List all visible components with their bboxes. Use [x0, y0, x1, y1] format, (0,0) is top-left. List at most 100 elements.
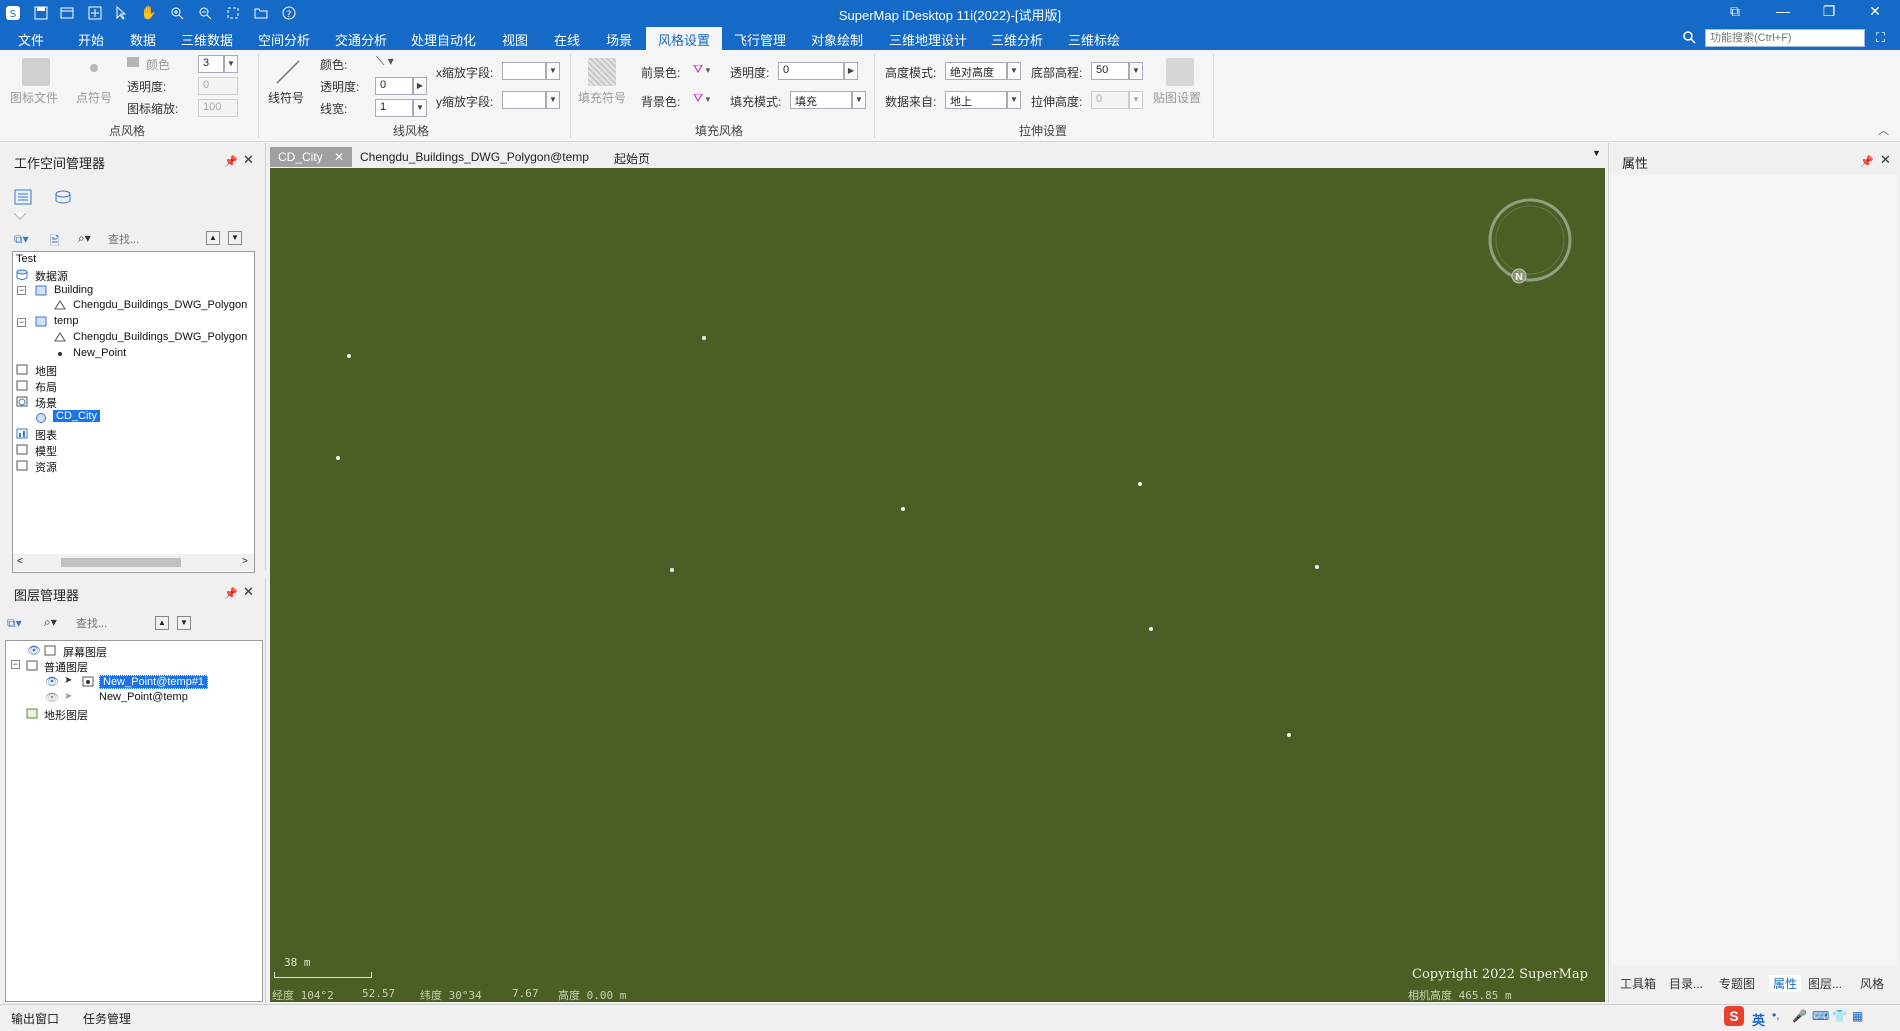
fill-symbol-icon[interactable]: [588, 58, 616, 86]
tab-task-manager[interactable]: 任务管理: [83, 1010, 131, 1027]
menu-view[interactable]: 视图: [502, 30, 528, 49]
find-icon[interactable]: ⌕▾: [78, 231, 91, 246]
menu-3d-annotation[interactable]: 三维标绘: [1068, 30, 1120, 49]
menu-scene[interactable]: 场景: [606, 30, 632, 49]
tab-list-dropdown-icon[interactable]: ▼: [1592, 148, 1601, 158]
tab-output-window[interactable]: 输出窗口: [11, 1010, 59, 1027]
tab-start-page[interactable]: 起始页: [606, 147, 658, 167]
function-search-input[interactable]: [1705, 29, 1865, 47]
ime-skin-icon[interactable]: 👕: [1832, 1009, 1847, 1023]
tab-toolbox[interactable]: 工具箱: [1620, 975, 1656, 992]
tab-thematic[interactable]: 专题图: [1719, 975, 1755, 992]
line-symbol-icon[interactable]: [274, 58, 302, 86]
layer-normal-layers[interactable]: 普通图层: [44, 659, 88, 675]
bottom-altitude-input[interactable]: 50: [1091, 62, 1129, 80]
find-next-button[interactable]: ▼: [177, 616, 191, 630]
tree-layouts[interactable]: 布局: [35, 379, 57, 395]
menu-object-draw[interactable]: 对象绘制: [811, 30, 863, 49]
visibility-eye-icon[interactable]: 👁: [27, 644, 41, 657]
ime-keyboard-icon[interactable]: ⌨: [1812, 1009, 1829, 1023]
fill-symbol-button[interactable]: 填充符号: [578, 89, 626, 106]
height-mode-dropdown[interactable]: ▼: [1007, 62, 1021, 80]
menu-traffic-analysis[interactable]: 交通分析: [335, 30, 387, 49]
pin-icon[interactable]: 📌: [1860, 155, 1874, 168]
menu-online[interactable]: 在线: [554, 30, 580, 49]
extrude-height-input[interactable]: 0: [1091, 91, 1129, 109]
scene-view[interactable]: N 38 m Copyright 2022 SuperMap: [270, 168, 1605, 1002]
tab-properties[interactable]: 属性: [1769, 975, 1802, 992]
line-width-input[interactable]: 1: [375, 99, 413, 117]
tab-polygon-temp[interactable]: Chengdu_Buildings_DWG_Polygon@temp: [352, 147, 597, 167]
layer-search-input[interactable]: [76, 615, 146, 633]
scene-point[interactable]: [1315, 565, 1319, 569]
scene-point[interactable]: [702, 336, 706, 340]
scene-point[interactable]: [336, 456, 340, 460]
menu-3d-analysis[interactable]: 三维分析: [991, 30, 1043, 49]
layer-new-point-temp[interactable]: New_Point@temp: [99, 691, 188, 703]
add-layer-dropdown-icon[interactable]: ⧉▾: [7, 616, 22, 631]
data-source-dropdown[interactable]: ▼: [1007, 91, 1021, 109]
maximize-button[interactable]: ❐: [1814, 3, 1844, 23]
selectable-arrow-icon[interactable]: ➤: [64, 675, 72, 686]
icon-scale-input[interactable]: 100: [198, 99, 238, 117]
expand-toggle-icon[interactable]: −: [17, 286, 26, 295]
ime-language[interactable]: 英: [1752, 1010, 1765, 1029]
tab-layers[interactable]: 图层...: [1808, 975, 1842, 992]
scene-point[interactable]: [1149, 627, 1153, 631]
line-opacity-spinner[interactable]: ▶: [413, 77, 427, 95]
point-size-input[interactable]: 3: [198, 55, 224, 73]
scroll-left-icon[interactable]: <: [17, 556, 23, 567]
hidden-eye-icon[interactable]: 👁: [45, 691, 59, 704]
close-icon[interactable]: ✕: [1880, 152, 1891, 168]
restore-ribbon-icon[interactable]: ⧉: [1720, 3, 1750, 23]
icon-file-icon[interactable]: [22, 58, 50, 86]
menu-data[interactable]: 数据: [130, 30, 156, 49]
menu-flight[interactable]: 飞行管理: [734, 30, 786, 49]
ime-toolbox-icon[interactable]: ▦: [1852, 1009, 1863, 1023]
menu-geodesign[interactable]: 三维地理设计: [889, 30, 967, 49]
point-color-label[interactable]: 颜色: [146, 56, 170, 73]
tab-catalog[interactable]: 目录...: [1669, 975, 1703, 992]
fore-color-picker-icon[interactable]: ⛛ ▾: [693, 62, 710, 77]
tree-dataset-building-polygon[interactable]: Chengdu_Buildings_DWG_Polygon: [73, 299, 247, 311]
tree-resources[interactable]: 资源: [35, 459, 57, 475]
open-workspace-icon[interactable]: ⧉▾: [14, 232, 29, 247]
close-tab-icon[interactable]: ✕: [334, 150, 344, 164]
texture-settings-icon[interactable]: [1166, 58, 1194, 86]
x-scale-field-dropdown[interactable]: ▼: [546, 62, 560, 80]
tree-datasource-temp[interactable]: temp: [54, 315, 78, 327]
scene-point[interactable]: [670, 568, 674, 572]
find-previous-button[interactable]: ▲: [206, 231, 220, 245]
find-next-button[interactable]: ▼: [228, 231, 242, 245]
point-opacity-input[interactable]: 0: [198, 77, 238, 95]
menu-style-settings[interactable]: 风格设置: [646, 27, 723, 50]
workspace-search-input[interactable]: [108, 231, 198, 249]
tree-datasources[interactable]: 数据源: [35, 268, 68, 284]
menu-file[interactable]: 文件: [18, 30, 44, 49]
visibility-eye-icon[interactable]: 👁: [45, 675, 59, 688]
find-icon[interactable]: ⌕▾: [44, 615, 57, 630]
selectable-arrow-icon[interactable]: ➤: [64, 691, 72, 702]
point-size-dropdown[interactable]: ▼: [224, 55, 238, 73]
minimize-button[interactable]: —: [1768, 3, 1798, 23]
x-scale-field-select[interactable]: [502, 62, 546, 80]
ime-logo-icon[interactable]: S: [1724, 1006, 1744, 1026]
scene-point[interactable]: [1287, 733, 1291, 737]
y-scale-field-select[interactable]: [502, 91, 546, 109]
line-symbol-button[interactable]: 线符号: [268, 89, 304, 106]
layer-new-point-temp-1[interactable]: New_Point@temp#1: [99, 675, 209, 689]
scene-point[interactable]: [1138, 482, 1142, 486]
expand-toggle-icon[interactable]: −: [11, 660, 20, 669]
line-color-picker-icon[interactable]: ⟍ ▾: [376, 54, 394, 69]
menu-start[interactable]: 开始: [78, 30, 104, 49]
back-color-picker-icon[interactable]: ⛛ ▾: [693, 91, 710, 106]
fill-mode-dropdown[interactable]: ▼: [852, 91, 866, 109]
tab-style[interactable]: 风格: [1860, 975, 1884, 992]
tab-cd-city[interactable]: CD_City ✕: [270, 147, 353, 167]
workspace-tree-icon[interactable]: [14, 189, 32, 205]
ime-punctuation-icon[interactable]: •,: [1772, 1008, 1780, 1022]
fullscreen-icon[interactable]: ⛶: [1876, 30, 1885, 46]
menu-3d-data[interactable]: 三维数据: [181, 30, 233, 49]
tree-scene-cd-city[interactable]: CD_City: [53, 410, 100, 422]
compass-icon[interactable]: N: [1487, 197, 1577, 287]
